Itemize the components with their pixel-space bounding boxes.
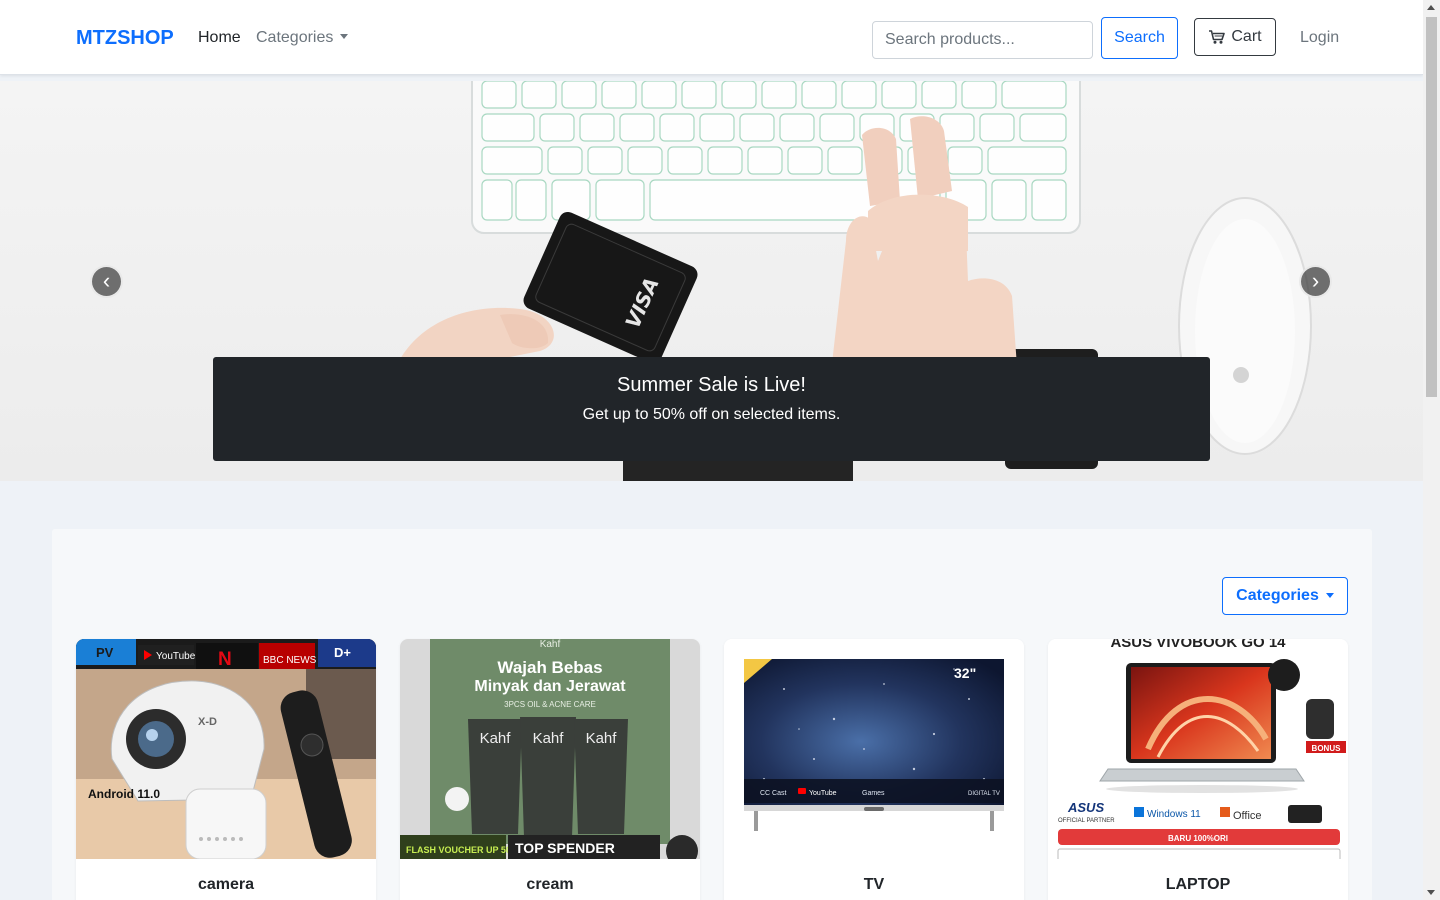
cream-tube-2-brand: Kahf xyxy=(533,730,565,747)
projector-bbc-text: BBC NEWS xyxy=(263,655,317,666)
carousel-next-button[interactable]: › xyxy=(1299,265,1332,298)
tv-size-text: 32" xyxy=(954,665,976,681)
cream-subline: 3PCS OIL & ACNE CARE xyxy=(504,700,596,709)
cream-top-spender-text: TOP SPENDER xyxy=(515,840,615,856)
brand-logo[interactable]: MTZSHOP xyxy=(76,27,174,50)
scrollbar-thumb[interactable] xyxy=(1426,17,1437,397)
cream-image: Kahf Wajah Bebas Minyak dan Jerawat 3PCS… xyxy=(400,639,700,859)
cart-icon xyxy=(1209,30,1226,44)
cream-headline-2: Minyak dan Jerawat xyxy=(474,678,626,695)
product-name[interactable]: camera xyxy=(76,876,376,894)
laptop-bonus-text: BONUS xyxy=(1312,744,1342,753)
cream-brand-top: Kahf xyxy=(540,639,561,650)
projector-android-text: Android 11.0 xyxy=(88,787,160,801)
cream-tube-3-brand: Kahf xyxy=(586,730,618,747)
tv-image: 32" CC Cast YouTube Games DIGITAL TV xyxy=(724,639,1024,859)
carousel-caption: Summer Sale is Live! Get up to 50% off o… xyxy=(213,357,1210,461)
cream-tube-1-brand: Kahf xyxy=(480,730,512,747)
cream-headline-1: Wajah Bebas xyxy=(497,658,602,677)
projector-pv-text: PV xyxy=(96,645,114,660)
product-name[interactable]: cream xyxy=(400,876,700,894)
caption-title: Summer Sale is Live! xyxy=(617,374,806,396)
tv-digital-text: DIGITAL TV xyxy=(968,791,1000,797)
scroll-down-arrow-icon[interactable] xyxy=(1427,890,1435,895)
laptop-image: ASUS VIVOBOOK GO 14 BONUS ASUS OFFICIAL … xyxy=(1048,639,1348,859)
page-scrollbar[interactable] xyxy=(1423,0,1440,900)
product-image[interactable]: Kahf Wajah Bebas Minyak dan Jerawat 3PCS… xyxy=(400,639,700,859)
hero-carousel: VISA ‹ › Summer Sale is Live! Get up to … xyxy=(0,81,1423,481)
search-input[interactable] xyxy=(872,21,1093,59)
nav-categories-label: Categories xyxy=(256,29,334,46)
nav-categories-dropdown[interactable]: Categories xyxy=(256,29,349,47)
projector-image: PV YouTube N BBC NEWS D+ X-D Android 11.… xyxy=(76,639,376,859)
tv-cast-text: CC Cast xyxy=(760,790,787,797)
product-image[interactable]: PV YouTube N BBC NEWS D+ X-D Android 11.… xyxy=(76,639,376,859)
product-image[interactable]: ASUS VIVOBOOK GO 14 BONUS ASUS OFFICIAL … xyxy=(1048,639,1348,859)
laptop-title-text: ASUS VIVOBOOK GO 14 xyxy=(1110,639,1286,651)
laptop-ori-text: BARU 100%ORI xyxy=(1168,834,1228,843)
cart-button[interactable]: Cart xyxy=(1194,18,1276,56)
laptop-asus-text: ASUS xyxy=(1067,800,1104,815)
laptop-partner-text: OFFICIAL PARTNER xyxy=(1058,818,1115,824)
projector-youtube-text: YouTube xyxy=(156,651,196,662)
cream-voucher-text: FLASH VOUCHER UP 50% xyxy=(406,845,519,855)
search-button[interactable]: Search xyxy=(1101,17,1178,59)
carousel-prev-button[interactable]: ‹ xyxy=(90,265,123,298)
product-card[interactable]: PV YouTube N BBC NEWS D+ X-D Android 11.… xyxy=(76,639,376,900)
product-card[interactable]: 32" CC Cast YouTube Games DIGITAL TV TV xyxy=(724,639,1024,900)
tv-games-text: Games xyxy=(862,790,885,797)
nav-home-link[interactable]: Home xyxy=(198,29,241,47)
tv-youtube-text: YouTube xyxy=(809,790,837,797)
product-name[interactable]: TV xyxy=(724,876,1024,894)
projector-brand-text: X-D xyxy=(198,716,217,728)
categories-filter-button[interactable]: Categories xyxy=(1222,577,1348,615)
top-navbar: MTZSHOP Home Categories Search Cart Logi… xyxy=(0,0,1423,75)
product-card[interactable]: ASUS VIVOBOOK GO 14 BONUS ASUS OFFICIAL … xyxy=(1048,639,1348,900)
cart-label: Cart xyxy=(1231,28,1262,45)
laptop-windows-text: Windows 11 xyxy=(1147,809,1201,820)
categories-filter-label: Categories xyxy=(1236,587,1319,604)
projector-netflix-text: N xyxy=(218,649,232,670)
caption-subtitle: Get up to 50% off on selected items. xyxy=(582,406,841,423)
product-name[interactable]: LAPTOP xyxy=(1048,876,1348,894)
chevron-down-icon xyxy=(340,34,349,39)
projector-disney-text: D+ xyxy=(334,645,351,660)
product-card[interactable]: Kahf Wajah Bebas Minyak dan Jerawat 3PCS… xyxy=(400,639,700,900)
scroll-up-arrow-icon[interactable] xyxy=(1427,5,1435,10)
laptop-office-text: Office xyxy=(1233,810,1262,822)
products-section: Categories PV YouTube N BBC NEWS D+ X-D … xyxy=(52,529,1372,900)
product-image[interactable]: 32" CC Cast YouTube Games DIGITAL TV xyxy=(724,639,1024,859)
login-link[interactable]: Login xyxy=(1300,29,1339,47)
chevron-down-icon xyxy=(1325,593,1334,598)
